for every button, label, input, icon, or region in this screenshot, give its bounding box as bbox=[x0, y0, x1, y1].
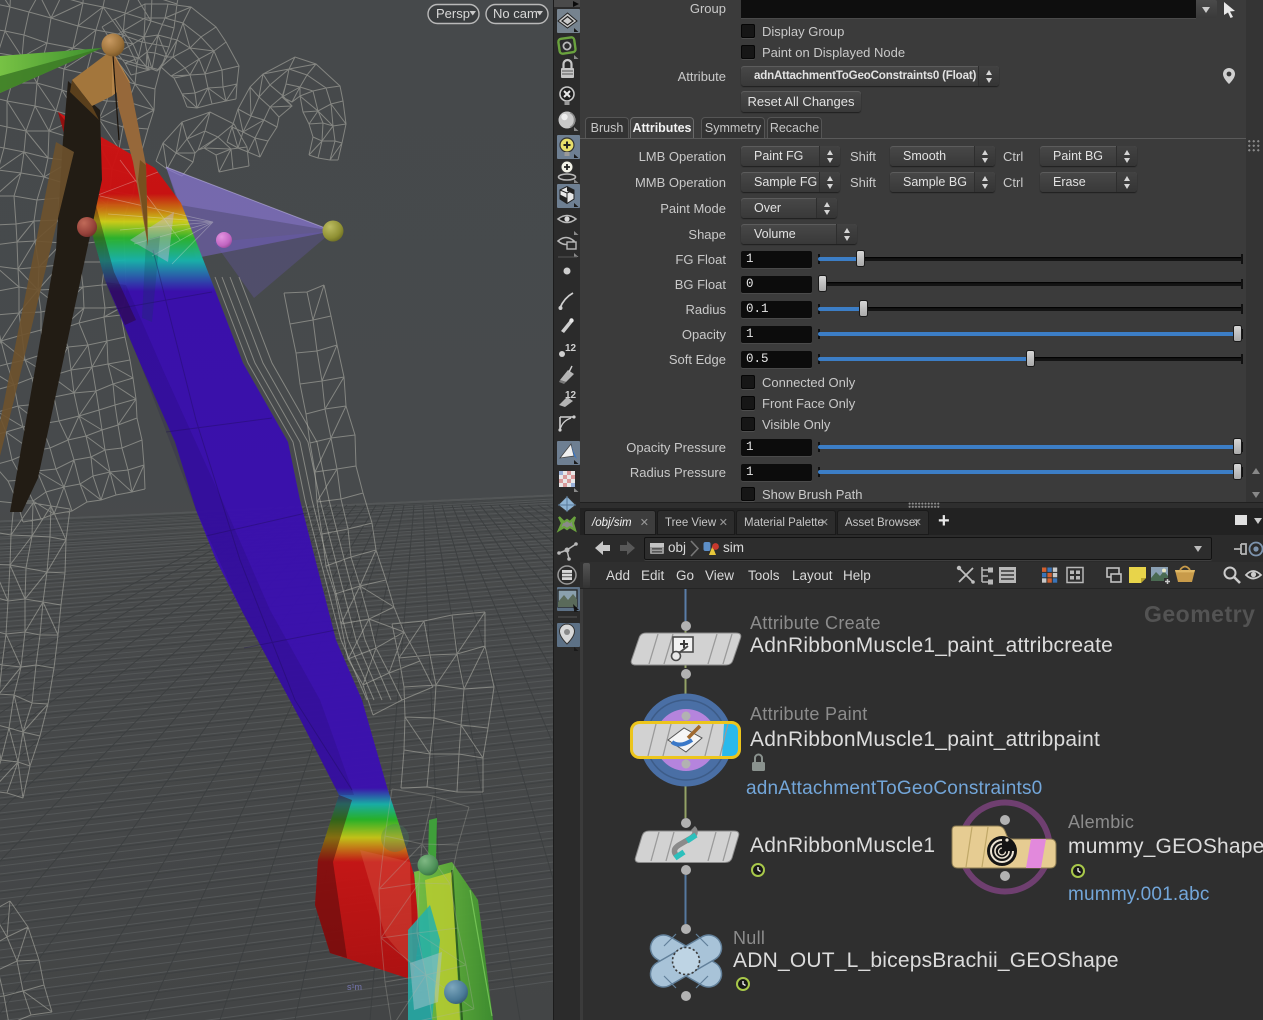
svg-text:Attribute Create: Attribute Create bbox=[750, 613, 881, 633]
svg-text:adnAttachmentToGeoConstraints0: adnAttachmentToGeoConstraints0 bbox=[746, 778, 1042, 799]
svg-text:ADN_OUT_L_bicepsBrachii_GEOSha: ADN_OUT_L_bicepsBrachii_GEOShape bbox=[733, 949, 1119, 972]
svg-text:12: 12 bbox=[565, 390, 577, 401]
svg-text:mummy.001.abc: mummy.001.abc bbox=[1068, 884, 1210, 905]
svg-text:Null: Null bbox=[733, 928, 765, 948]
svg-text:AdnRibbonMuscle1_paint_attribc: AdnRibbonMuscle1_paint_attribcreate bbox=[750, 634, 1113, 657]
svg-text:No cam: No cam bbox=[493, 6, 538, 21]
svg-text:12: 12 bbox=[565, 343, 577, 354]
svg-text:mummy_GEOShape: mummy_GEOShape bbox=[1068, 835, 1263, 858]
svg-text:Geometry: Geometry bbox=[1144, 601, 1255, 627]
svg-text:Attribute Paint: Attribute Paint bbox=[750, 704, 868, 724]
svg-text:Persp: Persp bbox=[436, 6, 470, 21]
svg-text:s¹m: s¹m bbox=[347, 982, 362, 992]
svg-text:AdnRibbonMuscle1: AdnRibbonMuscle1 bbox=[750, 834, 935, 857]
svg-text:Alembic: Alembic bbox=[1068, 812, 1134, 832]
svg-text:AdnRibbonMuscle1_paint_attribp: AdnRibbonMuscle1_paint_attribpaint bbox=[750, 728, 1100, 751]
